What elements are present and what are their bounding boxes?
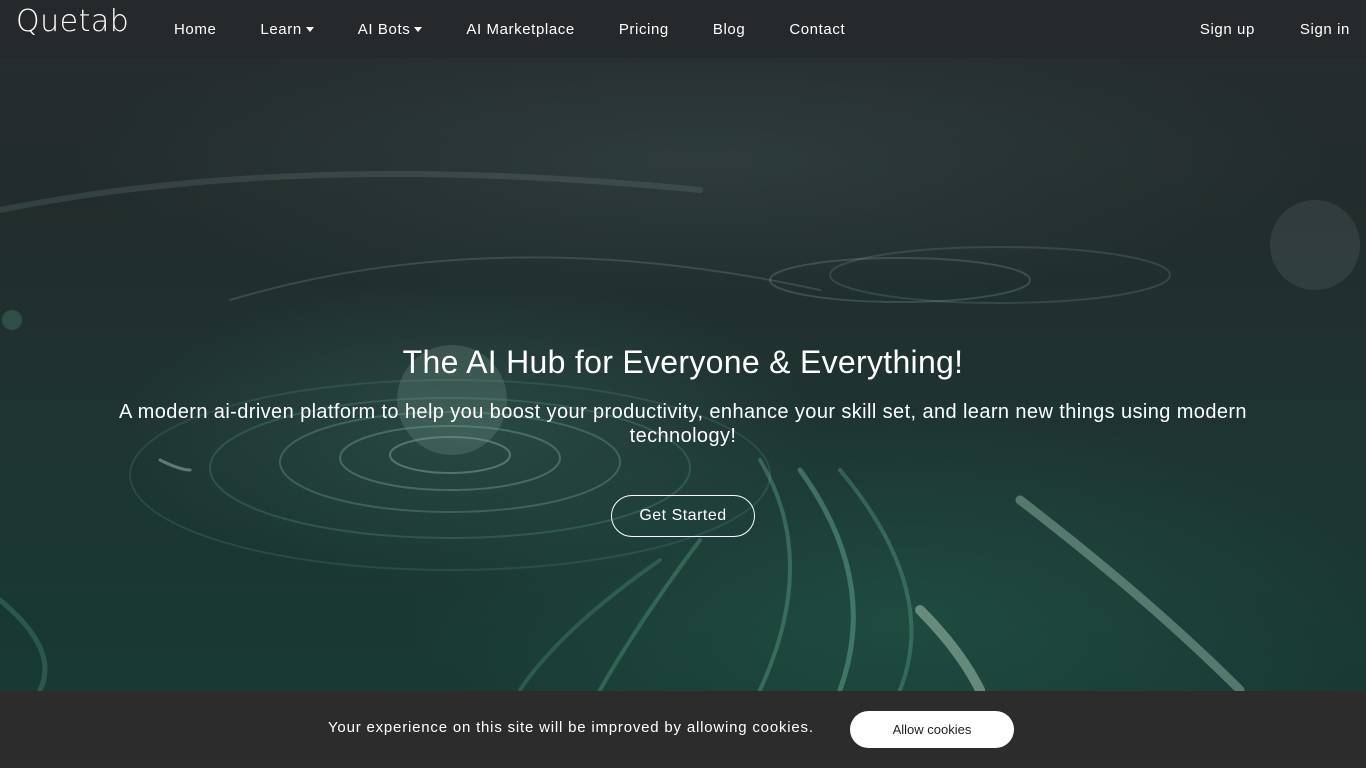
nav-item-contact[interactable]: Contact: [767, 0, 867, 58]
get-started-button[interactable]: Get Started: [611, 495, 755, 537]
nav-item-blog[interactable]: Blog: [691, 0, 767, 58]
auth-nav: Sign up Sign in: [1155, 0, 1350, 58]
brand-logo[interactable]: Quetab: [16, 4, 129, 39]
primary-nav: Home Learn AI Bots AI Marketplace Pricin…: [152, 0, 867, 58]
caret-down-icon: [414, 26, 423, 32]
nav-item-ai-marketplace[interactable]: AI Marketplace: [444, 0, 596, 58]
sign-up-link[interactable]: Sign up: [1155, 0, 1255, 58]
top-navbar: Quetab Home Learn AI Bots AI Marketplace…: [0, 0, 1366, 58]
hero-subtitle: A modern ai-driven platform to help you …: [119, 401, 1247, 447]
cookie-consent-bar: Your experience on this site will be imp…: [0, 691, 1366, 768]
nav-item-label: Learn: [260, 20, 302, 38]
cookie-message: Your experience on this site will be imp…: [328, 719, 814, 736]
nav-item-label: AI Marketplace: [466, 20, 575, 38]
nav-item-learn[interactable]: Learn: [238, 0, 335, 58]
hero-background: [0, 0, 1366, 768]
nav-item-ai-bots[interactable]: AI Bots: [336, 0, 445, 58]
nav-item-label: Home: [174, 20, 217, 38]
nav-item-label: Contact: [789, 20, 846, 38]
nav-item-label: Pricing: [618, 20, 669, 38]
nav-item-label: AI Bots: [357, 20, 411, 38]
nav-item-label: Blog: [712, 20, 746, 38]
swirl-lines-graphic: [0, 171, 1360, 695]
caret-down-icon: [305, 26, 314, 32]
nav-item-home[interactable]: Home: [152, 0, 238, 58]
sign-in-link[interactable]: Sign in: [1255, 0, 1350, 58]
nav-item-pricing[interactable]: Pricing: [597, 0, 691, 58]
allow-cookies-button[interactable]: Allow cookies: [850, 711, 1014, 748]
hero-title: The AI Hub for Everyone & Everything!: [402, 344, 964, 380]
